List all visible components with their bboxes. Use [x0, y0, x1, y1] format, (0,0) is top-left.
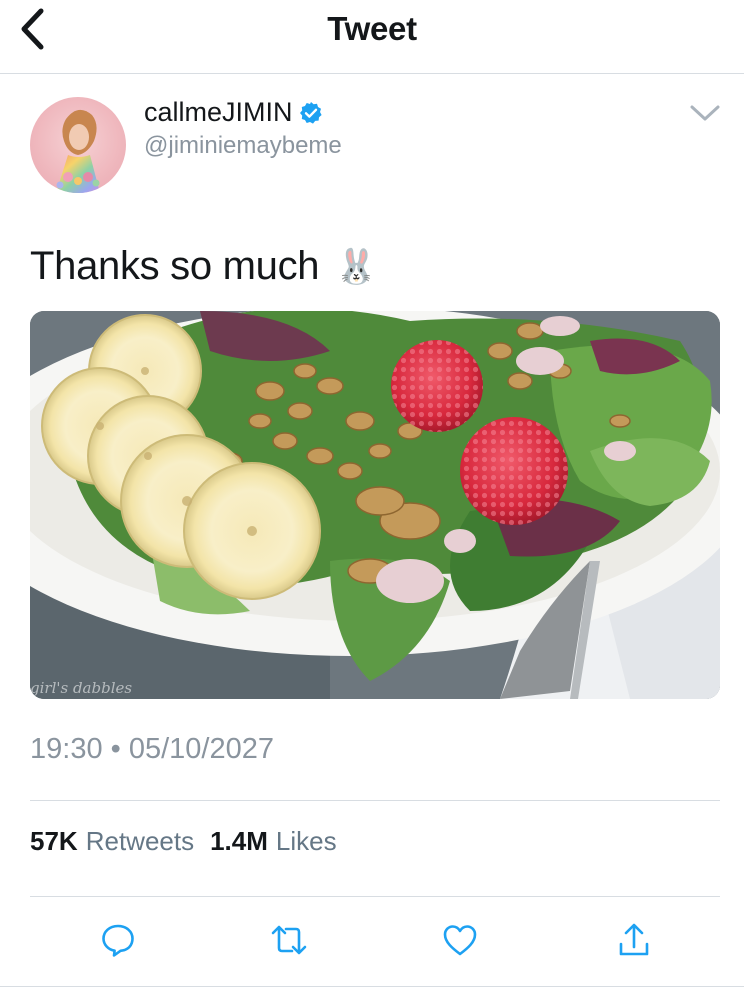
tweet-options-button[interactable]: [688, 100, 722, 126]
retweets-label[interactable]: Retweets: [86, 826, 194, 857]
retweet-button[interactable]: [269, 920, 309, 960]
tweet-body: Thanks so much: [30, 244, 320, 288]
avatar[interactable]: [30, 97, 126, 193]
tweet-stats: 57K Retweets 1.4M Likes: [30, 826, 353, 857]
tweet-media-image[interactable]: girl's dabbles: [30, 311, 720, 699]
likes-label[interactable]: Likes: [276, 826, 337, 857]
rabbit-emoji-icon: 🐰: [335, 247, 378, 286]
share-button[interactable]: [614, 920, 654, 960]
top-bar: Tweet: [0, 0, 744, 74]
action-bar: [30, 898, 720, 986]
image-watermark: girl's dabbles: [30, 679, 133, 697]
retweet-icon: [271, 925, 307, 955]
page-title: Tweet: [327, 10, 417, 47]
retweets-count[interactable]: 57K: [30, 826, 78, 857]
divider: [0, 986, 744, 987]
like-icon: [443, 925, 477, 956]
tweet-timestamp: 19:30 • 05/10/2027: [30, 733, 274, 765]
chevron-down-icon: [690, 105, 720, 121]
salad-photo: [30, 311, 720, 699]
reply-icon: [102, 924, 134, 957]
tweet-text: Thanks so much 🐰: [30, 244, 378, 289]
divider: [30, 896, 720, 897]
avatar-image: [56, 109, 100, 193]
share-icon: [619, 923, 649, 956]
likes-count[interactable]: 1.4M: [210, 826, 268, 857]
author-name-row[interactable]: callmeJIMIN: [144, 97, 323, 128]
divider: [30, 800, 720, 801]
author-handle: @jiminiemaybeme: [144, 132, 342, 159]
like-button[interactable]: [440, 920, 480, 960]
verified-badge-icon: [299, 101, 322, 124]
author-display-name: callmeJIMIN: [144, 97, 293, 127]
reply-button[interactable]: [98, 920, 138, 960]
